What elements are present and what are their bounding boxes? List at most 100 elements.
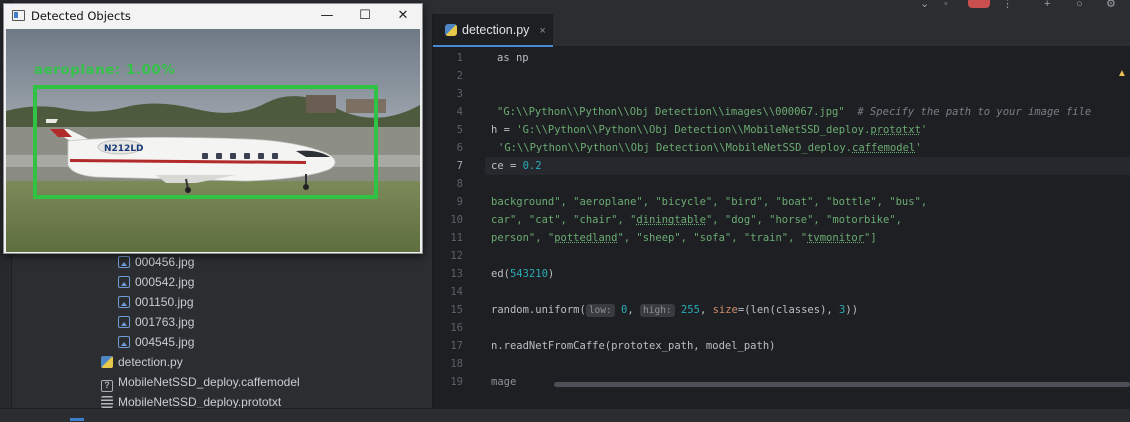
code-text-area[interactable]: as np "G:\\Python\\Python\\Obj Detection…	[485, 47, 1130, 408]
code-line-15: random.uniform(low: 0, high: 255, size=(…	[491, 304, 859, 317]
settings-icon[interactable]: ⚙	[1106, 0, 1120, 8]
line-number: 6	[456, 142, 463, 154]
code-line-11: person", "pottedland", "sheep", "sofa", …	[491, 229, 877, 247]
code-string-underlined: pottedland	[554, 232, 618, 244]
line-number: 9	[456, 196, 463, 208]
ide-toolbar: ⌄ ◦ ⋮ + ○ ⚙	[424, 0, 1130, 14]
tree-file-label: 000542.jpg	[135, 275, 195, 289]
more-icon[interactable]: ⋮	[1002, 0, 1016, 8]
debug-icon[interactable]: ◦	[944, 0, 958, 8]
stop-button[interactable]	[968, 0, 990, 8]
code-line-1: as np	[497, 49, 529, 67]
detection-image: N212LD aeroplane: 1.00%	[6, 29, 420, 252]
line-number: 13	[450, 268, 463, 280]
code-string: background", "aeroplane", "bicycle", "bi…	[491, 196, 928, 208]
text-file-icon	[101, 396, 113, 408]
code-line-4: "G:\\Python\\Python\\Obj Detection\\imag…	[497, 103, 1091, 121]
window-titlebar[interactable]: Detected Objects — ☐ ✕	[4, 4, 422, 28]
code-number: 255	[680, 304, 700, 316]
tree-file-001150[interactable]: 001150.jpg	[118, 292, 194, 312]
minimize-button[interactable]: —	[308, 4, 346, 28]
parameter-hint: low:	[585, 304, 615, 317]
code-text: n.readNetFromCaffe(prototex_path, model_…	[491, 340, 776, 352]
code-string: '	[920, 124, 928, 136]
tree-file-000542[interactable]: 000542.jpg	[118, 272, 194, 292]
close-tab-icon[interactable]: ×	[539, 25, 545, 37]
line-number: 4	[456, 106, 463, 118]
code-string: ", "dog", "horse", "motorbike",	[705, 214, 902, 226]
code-line-7: ce = 0.2	[491, 157, 542, 175]
code-text: as np	[497, 52, 529, 64]
line-number-current: 7	[456, 160, 463, 172]
code-keyword-arg: size	[712, 304, 738, 316]
tree-file-caffemodel[interactable]: ? MobileNetSSD_deploy.caffemodel	[101, 372, 300, 392]
code-string-underlined: diningtable	[636, 214, 706, 226]
tree-file-label: MobileNetSSD_deploy.caffemodel	[118, 375, 300, 389]
code-string-underlined: prototxt	[870, 124, 921, 136]
code-comment: # Specify the path to your image file	[857, 106, 1092, 118]
tree-file-label: 000456.jpg	[135, 255, 195, 269]
line-number: 18	[450, 358, 463, 370]
image-file-icon	[118, 336, 130, 348]
tab-label: detection.py	[462, 23, 530, 37]
code-string-underlined: caffemodel	[852, 142, 916, 154]
tree-file-001763[interactable]: 001763.jpg	[118, 312, 194, 332]
line-number: 10	[450, 214, 463, 226]
tree-file-004545[interactable]: 004545.jpg	[118, 332, 194, 352]
line-number: 17	[450, 340, 463, 352]
line-number: 19	[450, 376, 463, 388]
add-user-icon[interactable]: +	[1044, 0, 1058, 8]
code-string: "G:\\Python\\Python\\Obj Detection\\imag…	[497, 106, 845, 118]
code-string: 'G:\\Python\\Python\\Obj Detection\\Mobi…	[516, 124, 871, 136]
parameter-hint: high:	[640, 304, 675, 317]
line-number: 14	[450, 286, 463, 298]
code-line-5: h = 'G:\\Python\\Python\\Obj Detection\\…	[491, 121, 927, 139]
image-file-icon	[118, 256, 130, 268]
warning-icon[interactable]: ▲	[1117, 68, 1127, 79]
editor-tab-bar: detection.py ×	[433, 14, 1130, 47]
code-text: random.uniform(	[491, 304, 586, 316]
line-number: 12	[450, 250, 463, 262]
line-number: 3	[456, 88, 463, 100]
line-number-gutter: 1 2 3 4 5 6 7 8 9 10 11 12 13 14 15 16 1…	[433, 47, 485, 408]
code-string: 'G:\\Python\\Python\\Obj Detection\\Mobi…	[498, 142, 853, 154]
code-number: 0.2	[522, 160, 542, 172]
python-file-icon	[445, 24, 457, 36]
horizontal-scrollbar[interactable]	[554, 382, 1130, 387]
line-number: 1	[456, 52, 463, 64]
tab-detection-py[interactable]: detection.py ×	[433, 14, 553, 47]
status-indicator	[70, 418, 84, 421]
desktop: ⌄ ◦ ⋮ + ○ ⚙ 000456.jpg 000542.jpg 001150…	[0, 0, 1130, 422]
line-number: 8	[456, 178, 463, 190]
code-string: ", "sheep", "sofa", "train", "	[617, 232, 808, 244]
line-number: 11	[450, 232, 463, 244]
code-line-13: ed(543210)	[491, 265, 554, 283]
run-icon[interactable]: ⌄	[920, 0, 934, 8]
search-icon[interactable]: ○	[1076, 0, 1090, 8]
code-string: person", "	[491, 232, 555, 244]
code-line-10: car", "cat", "chair", "diningtable", "do…	[491, 211, 902, 229]
code-text: mage	[491, 376, 517, 388]
close-button[interactable]: ✕	[384, 4, 422, 28]
code-text: )	[547, 268, 555, 280]
python-file-icon	[101, 356, 113, 368]
image-file-icon	[118, 316, 130, 328]
code-text: h =	[491, 124, 517, 136]
line-number: 2	[456, 70, 463, 82]
window-title: Detected Objects	[31, 9, 131, 23]
tree-file-label: 001150.jpg	[135, 295, 194, 309]
code-line-6: 'G:\\Python\\Python\\Obj Detection\\Mobi…	[498, 139, 922, 157]
detection-label: aeroplane: 1.00%	[34, 62, 176, 78]
tree-file-detection-py[interactable]: detection.py	[101, 352, 183, 372]
code-number: 543210	[509, 268, 548, 280]
tree-file-label: 001763.jpg	[135, 315, 195, 329]
app-icon	[12, 10, 25, 21]
code-string: car", "cat", "chair", "	[491, 214, 637, 226]
code-editor[interactable]: detection.py × 1 2 3 4 5 6 7 8 9 10 11 12…	[432, 14, 1130, 408]
detected-objects-window[interactable]: Detected Objects — ☐ ✕ N212LD aeroplane:…	[3, 3, 423, 254]
maximize-button[interactable]: ☐	[346, 4, 384, 28]
code-string: '	[915, 142, 922, 154]
image-file-icon	[118, 276, 130, 288]
tree-file-000456[interactable]: 000456.jpg	[118, 252, 194, 272]
code-text: ce =	[491, 160, 523, 172]
